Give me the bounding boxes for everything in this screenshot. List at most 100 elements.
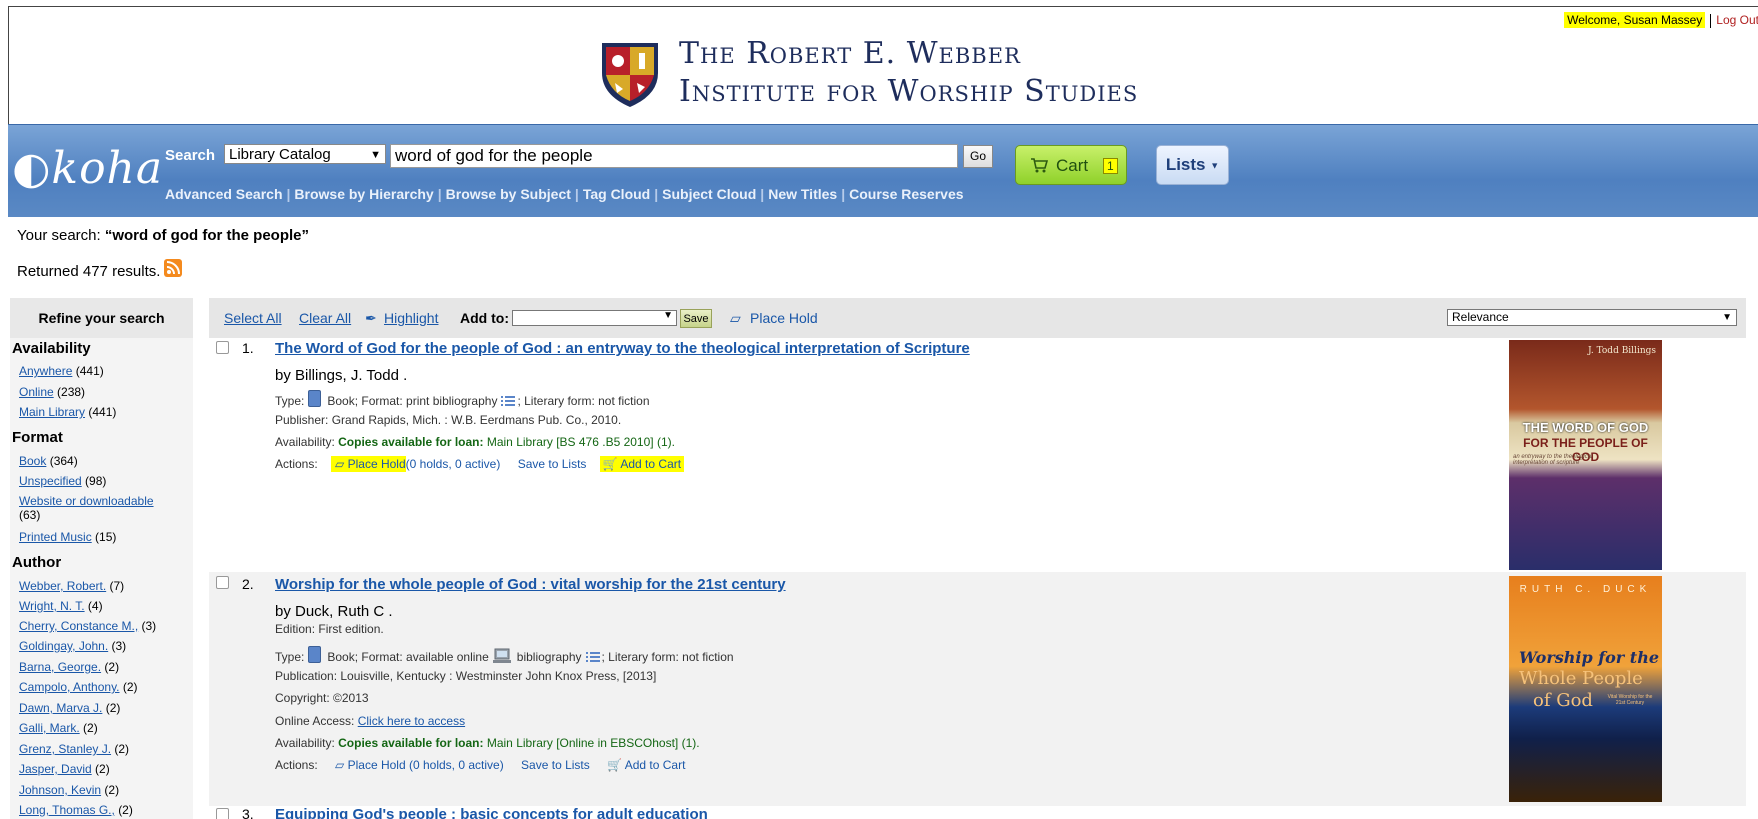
new-titles-link[interactable]: New Titles xyxy=(768,186,837,202)
facet-item: Jasper, David (2) xyxy=(19,762,110,776)
welcome-prefix: Welcome, xyxy=(1567,13,1624,27)
logout-link[interactable]: Log Out xyxy=(1716,13,1758,27)
facet-link[interactable]: Unspecified xyxy=(19,474,82,488)
facet-link[interactable]: Long, Thomas G., xyxy=(19,803,115,817)
add-to-cart-action[interactable]: 🛒 Add to Cart xyxy=(607,758,685,772)
refine-sidebar: Refine your search Availability Anywhere… xyxy=(10,298,193,819)
facet-link[interactable]: Grenz, Stanley J. xyxy=(19,742,111,756)
cart-icon: 🛒 xyxy=(602,457,618,471)
facet-item: Cherry, Constance M., (3) xyxy=(19,619,156,633)
cover-title-3: of God xyxy=(1533,690,1593,711)
sort-select[interactable]: Relevance ▼ xyxy=(1447,309,1737,326)
select-all-link[interactable]: Select All xyxy=(224,310,282,326)
browse-hierarchy-link[interactable]: Browse by Hierarchy xyxy=(294,186,433,202)
facet-link[interactable]: Goldingay, John. xyxy=(19,639,108,653)
search-input[interactable] xyxy=(390,144,958,168)
cart-button[interactable]: Cart 1 xyxy=(1015,145,1127,185)
facet-count: (2) xyxy=(105,701,121,715)
facet-link[interactable]: Online xyxy=(19,385,54,399)
facet-link[interactable]: Johnson, Kevin xyxy=(19,783,101,797)
result-online-access: Online Access: Click here to access xyxy=(275,714,465,728)
dropdown-arrow-icon: ▼ xyxy=(663,310,673,321)
facet-link[interactable]: Printed Music xyxy=(19,530,92,544)
user-name-link[interactable]: Susan Massey xyxy=(1624,13,1703,27)
result-publisher: Publisher: Grand Rapids, Mich. : W.B. Ee… xyxy=(275,413,622,427)
facet-link[interactable]: Galli, Mark. xyxy=(19,721,80,735)
online-access-label: Online Access: xyxy=(275,714,358,728)
rss-icon[interactable] xyxy=(164,259,183,277)
facet-count: (15) xyxy=(95,530,117,544)
course-reserves-link[interactable]: Course Reserves xyxy=(849,186,963,202)
result-availability: Availability: Copies available for loan:… xyxy=(275,435,675,449)
facet-link[interactable]: Webber, Robert. xyxy=(19,579,106,593)
search-bar: ◐koha Search Library Catalog▼ Go Cart 1 … xyxy=(8,124,1758,217)
result-checkbox[interactable] xyxy=(216,808,229,819)
result-title-link[interactable]: Equipping God's people : basic concepts … xyxy=(275,806,708,819)
koha-logo[interactable]: ◐koha xyxy=(12,143,163,194)
online-access-link[interactable]: Click here to access xyxy=(358,714,465,728)
holds-count: (0 holds, 0 active) xyxy=(405,457,501,471)
type-suffix: ; Literary form: not fiction xyxy=(601,650,734,664)
facet-link[interactable]: Cherry, Constance M., xyxy=(19,619,138,633)
catalog-select[interactable]: Library Catalog ▼ xyxy=(224,144,386,164)
lists-button[interactable]: Lists ▼ xyxy=(1156,145,1229,185)
save-to-lists-link[interactable]: Save to Lists xyxy=(518,457,587,471)
facet-link[interactable]: Anywhere xyxy=(19,364,72,378)
facet-link[interactable]: Book xyxy=(19,454,46,468)
place-hold-action[interactable]: ▱ Place Hold (0 holds, 0 active) xyxy=(335,758,504,772)
facet-link[interactable]: Website or downloadable xyxy=(19,494,154,508)
facet-heading-availability: Availability xyxy=(12,340,91,357)
type-label: Type: xyxy=(275,394,305,408)
browse-subject-link[interactable]: Browse by Subject xyxy=(446,186,571,202)
add-to-cart-link[interactable]: Add to Cart xyxy=(620,457,681,471)
result-checkbox[interactable] xyxy=(216,576,229,589)
lists-label: Lists xyxy=(1165,155,1206,174)
book-cover-image[interactable]: J. Todd Billings THE WORD OF GOD FOR THE… xyxy=(1509,340,1662,570)
add-to-select[interactable]: ▼ xyxy=(512,310,677,326)
availability-status: Copies available for loan: xyxy=(338,736,484,750)
facet-count: (441) xyxy=(75,364,104,378)
shield-crest-icon xyxy=(602,43,658,107)
book-cover-image[interactable]: RUTH C. DUCK Worship for the Whole Peopl… xyxy=(1509,576,1662,802)
facet-item: Campolo, Anthony. (2) xyxy=(19,680,138,694)
institute-title-line1: The Robert E. Webber xyxy=(679,36,1021,71)
go-button[interactable]: Go xyxy=(963,145,993,168)
subject-cloud-link[interactable]: Subject Cloud xyxy=(662,186,756,202)
type-label: Type: xyxy=(275,650,305,664)
result-checkbox[interactable] xyxy=(216,341,229,354)
availability-label: Availability: xyxy=(275,435,339,449)
add-to-cart-link[interactable]: Add to Cart xyxy=(625,758,686,772)
facet-link[interactable]: Jasper, David xyxy=(19,762,92,776)
save-button[interactable]: Save xyxy=(680,309,712,328)
results-toolbar: Select All Clear All ✒ Highlight Add to:… xyxy=(209,298,1746,338)
clear-all-link[interactable]: Clear All xyxy=(299,310,351,326)
cart-icon xyxy=(1031,158,1048,173)
facet-link[interactable]: Main Library xyxy=(19,405,85,419)
facet-link[interactable]: Barna, George. xyxy=(19,660,101,674)
facet-item: Goldingay, John. (3) xyxy=(19,639,126,653)
result-row: 3. Equipping God's people : basic concep… xyxy=(209,806,1746,819)
result-number: 3. xyxy=(242,806,254,819)
place-hold-action[interactable]: ▱ Place Hold xyxy=(331,456,406,472)
result-copyright: Copyright: ©2013 xyxy=(275,691,369,705)
save-to-lists-link[interactable]: Save to Lists xyxy=(521,758,590,772)
facet-link[interactable]: Campolo, Anthony. xyxy=(19,680,120,694)
place-hold-link[interactable]: Place Hold xyxy=(348,457,406,471)
place-hold-link[interactable]: Place Hold xyxy=(348,758,406,772)
cover-author: RUTH C. DUCK xyxy=(1519,584,1652,595)
advanced-search-link[interactable]: Advanced Search xyxy=(165,186,283,202)
availability-status: Copies available for loan: xyxy=(338,435,484,449)
result-title-link[interactable]: The Word of God for the people of God : … xyxy=(275,340,970,357)
cover-title-1: THE WORD OF GOD xyxy=(1522,420,1649,435)
highlight-link[interactable]: Highlight xyxy=(384,310,438,326)
add-to-cart-action[interactable]: 🛒 Add to Cart xyxy=(599,456,685,472)
facet-item: Grenz, Stanley J. (2) xyxy=(19,742,129,756)
place-hold-link[interactable]: Place Hold xyxy=(750,310,818,326)
result-title-link[interactable]: Worship for the whole people of God : vi… xyxy=(275,576,786,593)
cover-subtitle: Vital Worship for the 21st Century xyxy=(1607,694,1653,706)
facet-link[interactable]: Dawn, Marva J. xyxy=(19,701,102,715)
facet-link[interactable]: Wright, N. T. xyxy=(19,599,85,613)
facet-item: Anywhere (441) xyxy=(19,364,104,378)
list-icon xyxy=(585,652,600,662)
tag-cloud-link[interactable]: Tag Cloud xyxy=(583,186,650,202)
